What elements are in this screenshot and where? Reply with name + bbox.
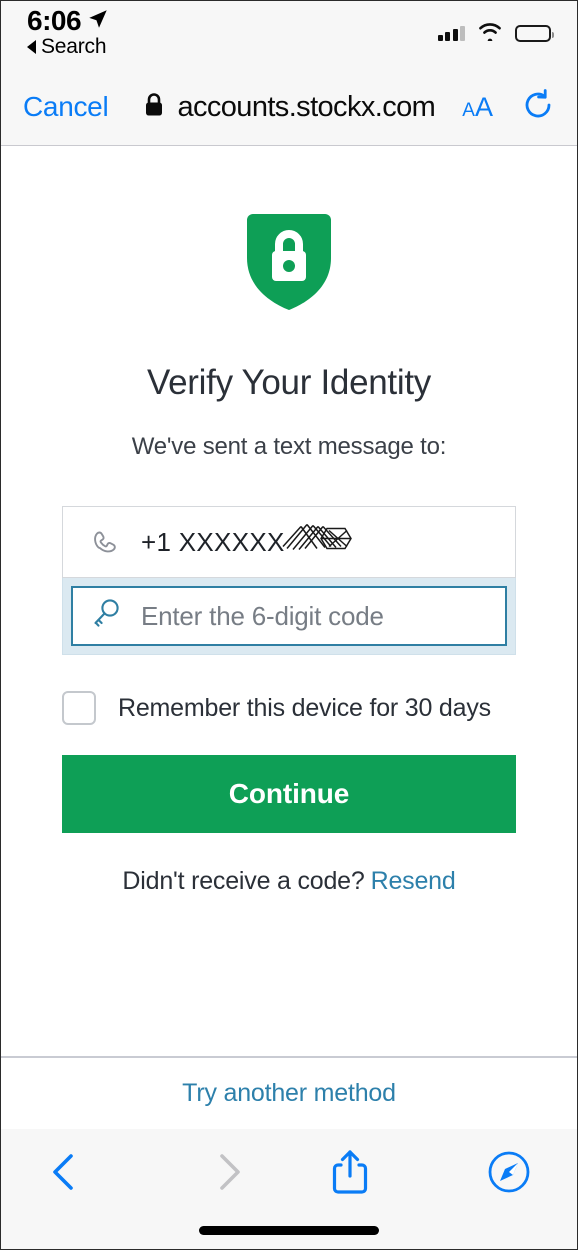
web-page-content: Verify Your Identity We've sent a text m…	[1, 146, 577, 1129]
lock-icon	[143, 91, 165, 124]
page-footer: Try another method	[1, 1056, 577, 1129]
key-icon	[91, 598, 121, 635]
text-size-button[interactable]: AA	[462, 92, 493, 123]
scribble-redaction-icon	[281, 521, 355, 564]
home-indicator	[199, 1226, 379, 1235]
url-text: accounts.stockx.com	[177, 90, 436, 123]
battery-icon	[515, 25, 554, 42]
resend-row: Didn't receive a code? Resend	[62, 867, 516, 896]
text-size-small-a: A	[462, 99, 475, 121]
verification-form: Verify Your Identity We've sent a text m…	[1, 146, 577, 1056]
status-time: 6:06	[27, 5, 82, 36]
iphone-screen: 6:06 Search Cancel accounts.stockx.com A…	[0, 0, 578, 1250]
verification-code-field[interactable]: Enter the 6-digit code	[71, 586, 507, 646]
resend-prompt: Didn't receive a code?	[122, 867, 365, 895]
tabs-button[interactable]	[410, 1150, 543, 1194]
phone-icon	[89, 525, 119, 560]
page-title: Verify Your Identity	[147, 363, 431, 402]
safari-compass-icon	[488, 1151, 530, 1193]
browser-bottom-chrome	[1, 1129, 577, 1249]
share-button[interactable]	[289, 1148, 410, 1196]
remember-device-label: Remember this device for 30 days	[118, 693, 491, 722]
chevron-right-icon	[219, 1154, 240, 1190]
status-bar-left: 6:06 Search	[27, 5, 109, 59]
resend-link[interactable]: Resend	[371, 867, 456, 895]
text-size-large-a: A	[474, 91, 493, 122]
wifi-icon	[476, 21, 504, 46]
chevron-left-icon	[53, 1154, 73, 1190]
browser-top-chrome: 6:06 Search Cancel accounts.stockx.com A…	[1, 1, 577, 146]
address-field[interactable]: accounts.stockx.com	[108, 91, 456, 124]
back-to-app-button[interactable]: Search	[27, 35, 109, 59]
status-bar-right	[437, 21, 554, 46]
phone-number-value: +1 XXXXXX	[141, 524, 352, 558]
remember-device-row[interactable]: Remember this device for 30 days	[62, 691, 516, 725]
shield-lock-icon	[241, 208, 337, 317]
location-arrow-icon	[87, 8, 109, 35]
back-button[interactable]	[35, 1150, 168, 1194]
try-another-method-link[interactable]: Try another method	[182, 1079, 396, 1108]
forward-button[interactable]	[168, 1150, 289, 1194]
triangle-left-icon	[27, 40, 36, 54]
remember-device-checkbox[interactable]	[62, 691, 96, 725]
continue-button[interactable]: Continue	[62, 755, 516, 833]
browser-url-bar: Cancel accounts.stockx.com AA	[1, 73, 577, 145]
input-group: +1 XXXXXX Enter the 6-digit code	[62, 506, 516, 655]
brand-logo	[62, 208, 516, 317]
phone-number-field[interactable]: +1 XXXXXX	[62, 506, 516, 578]
page-subtitle: We've sent a text message to:	[131, 433, 447, 460]
back-to-app-label: Search	[41, 35, 107, 58]
verification-code-placeholder: Enter the 6-digit code	[141, 600, 384, 631]
status-time-group: 6:06	[27, 5, 109, 37]
status-bar: 6:06 Search	[1, 1, 577, 73]
cancel-button[interactable]: Cancel	[23, 91, 109, 123]
cellular-signal-icon	[437, 26, 465, 41]
code-field-focus-ring: Enter the 6-digit code	[62, 577, 516, 655]
reload-icon[interactable]	[521, 88, 555, 127]
browser-toolbar	[1, 1129, 577, 1215]
share-icon	[332, 1150, 367, 1194]
